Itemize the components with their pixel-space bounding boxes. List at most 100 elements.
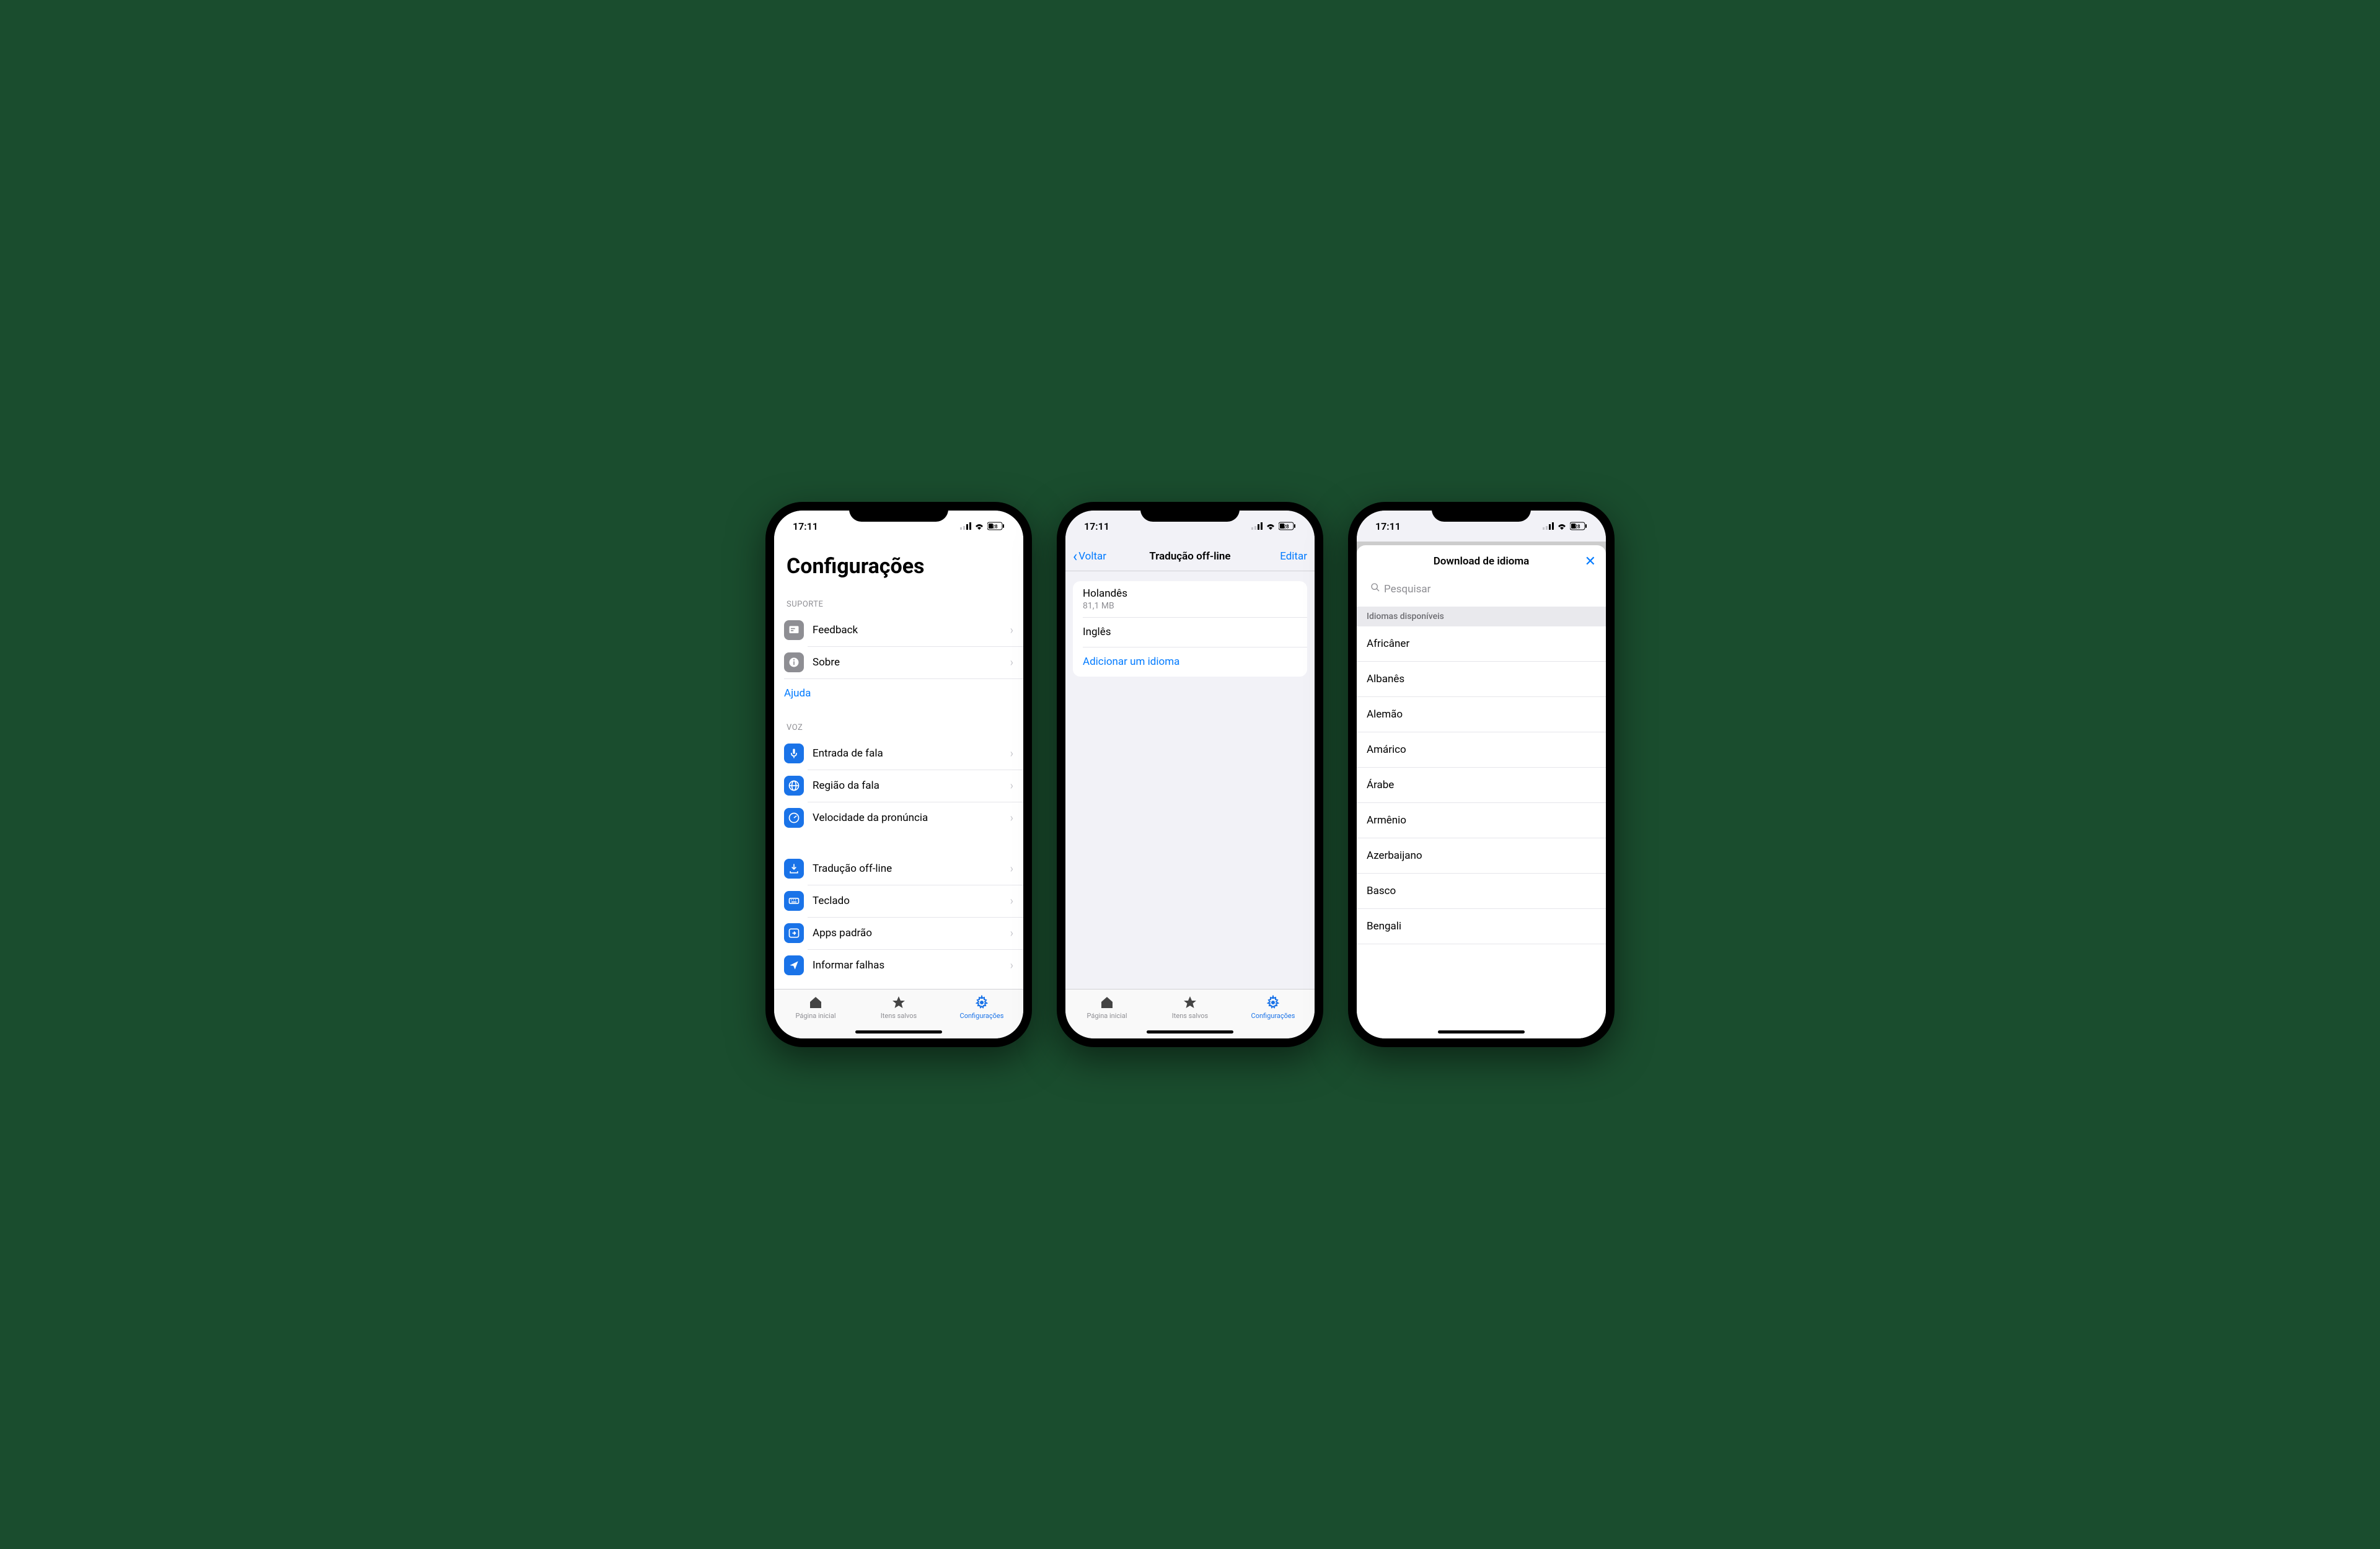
tab-settings[interactable]: Configurações bbox=[1232, 994, 1315, 1038]
battery-icon: 28 bbox=[1279, 522, 1296, 530]
row-label: Tradução off-line bbox=[813, 862, 1002, 875]
notch bbox=[1432, 502, 1531, 522]
svg-text:28: 28 bbox=[1283, 524, 1289, 530]
modal-title: Download de idioma bbox=[1434, 555, 1530, 568]
page-title: Configurações bbox=[774, 542, 1023, 585]
row-speech-region[interactable]: Região da fala › bbox=[774, 770, 1023, 802]
mic-icon bbox=[784, 744, 804, 763]
lang-row[interactable]: Bengali bbox=[1357, 909, 1606, 944]
lang-row[interactable]: Amárico bbox=[1357, 732, 1606, 768]
globe-icon bbox=[784, 776, 804, 796]
gear-icon bbox=[974, 994, 989, 1011]
chevron-right-icon: › bbox=[1010, 656, 1013, 669]
search-placeholder: Pesquisar bbox=[1384, 583, 1430, 595]
row-speech-speed[interactable]: Velocidade da pronúncia › bbox=[774, 802, 1023, 834]
row-lang-english[interactable]: Inglês bbox=[1073, 617, 1307, 647]
row-label: Apps padrão bbox=[813, 927, 1002, 939]
status-time: 17:11 bbox=[1084, 520, 1109, 532]
tab-label: Itens salvos bbox=[881, 1012, 917, 1020]
status-right: 28 bbox=[1251, 522, 1296, 530]
row-help[interactable]: Ajuda bbox=[774, 678, 1023, 708]
home-icon bbox=[1100, 994, 1114, 1011]
star-icon bbox=[891, 994, 906, 1011]
row-lang-dutch[interactable]: Holandês 81,1 MB bbox=[1073, 581, 1307, 617]
lang-size: 81,1 MB bbox=[1083, 601, 1297, 611]
lang-row[interactable]: Alemão bbox=[1357, 697, 1606, 732]
battery-icon: 28 bbox=[987, 522, 1005, 530]
section-header-voice: VOZ bbox=[774, 708, 1023, 737]
chevron-right-icon: › bbox=[1010, 747, 1013, 760]
arrow-right-icon bbox=[784, 923, 804, 943]
lang-row[interactable]: Armênio bbox=[1357, 803, 1606, 838]
row-feedback[interactable]: Feedback › bbox=[774, 614, 1023, 646]
row-label: Sobre bbox=[813, 656, 1002, 669]
tab-label: Página inicial bbox=[1086, 1012, 1127, 1020]
settings-content: Configurações SUPORTE Feedback › Sobre › bbox=[774, 542, 1023, 989]
screen-download: 17:11 28 Download de idioma ✕ Pesquisar bbox=[1357, 511, 1606, 1038]
close-button[interactable]: ✕ bbox=[1585, 554, 1596, 569]
row-label: Ajuda bbox=[784, 687, 1013, 700]
row-label: Região da fala bbox=[813, 779, 1002, 792]
row-default-apps[interactable]: Apps padrão › bbox=[774, 917, 1023, 949]
row-keyboard[interactable]: Teclado › bbox=[774, 885, 1023, 917]
list-group-voice: Entrada de fala › Região da fala › Veloc… bbox=[774, 737, 1023, 834]
row-label: Feedback bbox=[813, 624, 1002, 636]
list-group-support: Feedback › Sobre › Ajuda bbox=[774, 614, 1023, 708]
lang-section-header: Idiomas disponíveis bbox=[1357, 607, 1606, 626]
list-group-general: Tradução off-line › Teclado › Apps padrã… bbox=[774, 853, 1023, 981]
modal-header: Download de idioma ✕ bbox=[1357, 545, 1606, 577]
tab-home[interactable]: Página inicial bbox=[1065, 994, 1148, 1038]
wifi-icon bbox=[1556, 522, 1567, 530]
section-header-support: SUPORTE bbox=[774, 585, 1023, 614]
chevron-right-icon: › bbox=[1010, 862, 1013, 875]
phone-1: 17:11 28 Configurações SUPORTE bbox=[765, 502, 1032, 1047]
chevron-right-icon: › bbox=[1010, 895, 1013, 908]
home-indicator[interactable] bbox=[1147, 1030, 1233, 1033]
row-speech-input[interactable]: Entrada de fala › bbox=[774, 737, 1023, 770]
tab-label: Configurações bbox=[1251, 1012, 1295, 1020]
row-label: Entrada de fala bbox=[813, 747, 1002, 760]
lang-row[interactable]: Azerbaijano bbox=[1357, 838, 1606, 874]
notch bbox=[849, 502, 948, 522]
lang-row[interactable]: Árabe bbox=[1357, 768, 1606, 803]
edit-button[interactable]: Editar bbox=[1280, 550, 1307, 563]
search-input[interactable]: Pesquisar bbox=[1364, 577, 1598, 600]
back-label: Voltar bbox=[1078, 550, 1106, 563]
home-indicator[interactable] bbox=[855, 1030, 942, 1033]
lang-row[interactable]: Africâner bbox=[1357, 626, 1606, 662]
signal-icon bbox=[1251, 522, 1263, 530]
row-offline[interactable]: Tradução off-line › bbox=[774, 853, 1023, 885]
lang-row[interactable]: Basco bbox=[1357, 874, 1606, 909]
offline-content: Holandês 81,1 MB Inglês Adicionar um idi… bbox=[1065, 571, 1315, 989]
home-icon bbox=[808, 994, 823, 1011]
download-content: Download de idioma ✕ Pesquisar Idiomas d… bbox=[1357, 542, 1606, 1038]
row-label: Teclado bbox=[813, 895, 1002, 907]
lang-list[interactable]: Africâner Albanês Alemão Amárico Árabe A… bbox=[1357, 626, 1606, 1038]
tab-settings[interactable]: Configurações bbox=[940, 994, 1023, 1038]
search-icon bbox=[1370, 582, 1380, 595]
back-button[interactable]: ‹ Voltar bbox=[1073, 548, 1106, 565]
chevron-right-icon: › bbox=[1010, 959, 1013, 972]
speed-icon bbox=[784, 808, 804, 828]
chevron-right-icon: › bbox=[1010, 927, 1013, 940]
row-add-language[interactable]: Adicionar um idioma bbox=[1073, 647, 1307, 677]
chevron-right-icon: › bbox=[1010, 812, 1013, 825]
chevron-right-icon: › bbox=[1010, 624, 1013, 637]
chevron-right-icon: › bbox=[1010, 779, 1013, 792]
chevron-left-icon: ‹ bbox=[1073, 548, 1077, 565]
row-report[interactable]: Informar falhas › bbox=[774, 949, 1023, 981]
add-label: Adicionar um idioma bbox=[1083, 656, 1297, 668]
signal-icon bbox=[1543, 522, 1554, 530]
tab-home[interactable]: Página inicial bbox=[774, 994, 857, 1038]
notch bbox=[1140, 502, 1240, 522]
row-label: Informar falhas bbox=[813, 959, 1002, 972]
tab-label: Configurações bbox=[960, 1012, 1004, 1020]
status-right: 28 bbox=[960, 522, 1005, 530]
signal-icon bbox=[960, 522, 971, 530]
row-about[interactable]: Sobre › bbox=[774, 646, 1023, 678]
lang-row[interactable]: Albanês bbox=[1357, 662, 1606, 697]
status-time: 17:11 bbox=[793, 520, 818, 532]
download-icon bbox=[784, 859, 804, 879]
phone-2: 17:11 28 ‹ Voltar Tradução off-line Edit… bbox=[1057, 502, 1323, 1047]
home-indicator[interactable] bbox=[1438, 1030, 1525, 1033]
